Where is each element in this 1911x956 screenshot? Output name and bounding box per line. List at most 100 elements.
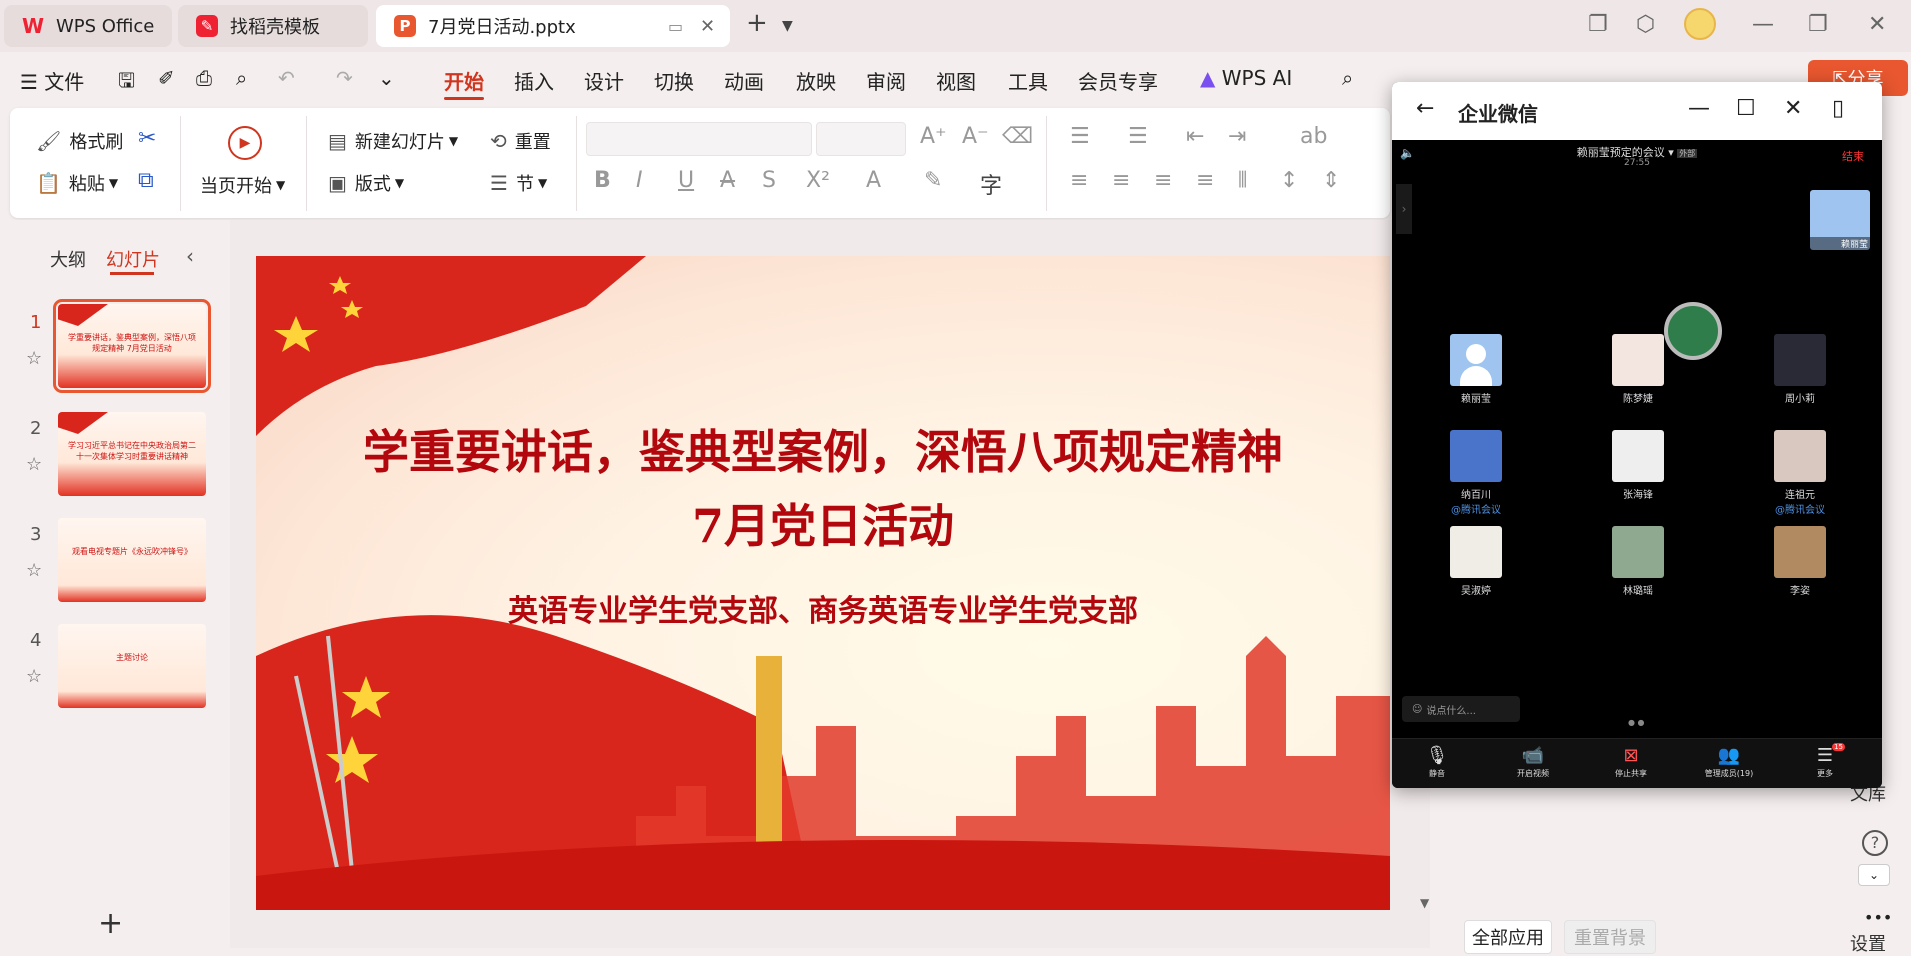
shadow-icon[interactable]: S [762,168,776,193]
cut-icon[interactable]: ✂ [138,126,156,151]
participant-tile[interactable]: 吴淑婷 [1440,526,1512,597]
underline-icon[interactable]: U [678,168,694,193]
tab-docer[interactable]: ✎ 找稻壳模板 [178,5,368,47]
format-painter-button[interactable]: 🖌 格式刷 [36,128,123,154]
host-video-tile[interactable]: 赖丽莹 [1810,190,1870,250]
align-left-icon[interactable]: ≡ [1070,168,1088,193]
decrease-indent-icon[interactable]: ⇤ [1186,124,1204,149]
collapse-panel-icon[interactable]: ‹ [186,244,194,268]
close-window-icon[interactable]: ✕ [1868,12,1886,37]
menu-member[interactable]: 会员专享 [1078,66,1158,95]
close-icon[interactable]: ✕ [1784,96,1802,121]
participant-tile[interactable]: 张海锋 [1602,430,1674,501]
expand-panel-icon[interactable]: › [1396,184,1412,234]
star-icon[interactable]: ☆ [26,348,42,369]
star-icon[interactable]: ☆ [26,454,42,475]
chevron-down-icon[interactable]: ▼ [782,18,793,34]
phonetic-icon[interactable]: 字 [980,168,1002,200]
font-size-select[interactable] [816,122,906,156]
chevron-down-icon[interactable]: ⌄ [1858,864,1890,886]
minimize-icon[interactable]: — [1688,96,1710,121]
paragraph-spacing-icon[interactable]: ⇕ [1322,168,1340,193]
menu-wps-ai[interactable]: ▲ WPS AI [1200,66,1292,90]
more-button[interactable]: ☰ 更多 15 [1790,743,1860,779]
brush-icon[interactable]: ✐ [158,66,175,90]
monitor-icon[interactable]: ▭ [668,17,683,36]
slide-thumbnail-1[interactable]: 学重要讲话，鉴典型案例，深悟八项规定精神 7月党日活动 [53,299,211,393]
distribute-icon[interactable]: ⫴ [1238,168,1247,193]
font-color-icon[interactable]: A [866,168,881,193]
shrink-font-icon[interactable]: A⁻ [962,124,989,149]
layout-button[interactable]: ▣ 版式 ▼ [328,170,404,196]
chat-input[interactable]: ☺ 说点什么... [1402,696,1520,722]
manage-members-button[interactable]: 👥 管理成员(19) [1694,745,1764,779]
participant-tile[interactable]: 连祖元 @腾讯会议 [1764,430,1836,516]
italic-icon[interactable]: I [636,168,643,193]
avatar[interactable] [1684,8,1716,40]
end-meeting-button[interactable]: 结束 [1842,148,1864,164]
undo-icon[interactable]: ↶ [278,66,295,90]
minimize-icon[interactable]: — [1752,12,1774,37]
numbered-list-icon[interactable]: ☰ [1128,124,1148,149]
menu-animation[interactable]: 动画 [724,66,764,95]
bold-icon[interactable]: B [594,168,611,193]
close-tab-icon[interactable]: ✕ [700,16,715,37]
line-spacing-icon[interactable]: ↕ [1280,168,1298,193]
play-icon[interactable]: ▶ [228,126,262,160]
reset-background-button[interactable]: 重置背景 [1564,920,1656,954]
menu-review[interactable]: 审阅 [866,66,906,95]
bullet-list-icon[interactable]: ☰ [1070,124,1090,149]
add-slide-icon[interactable]: + [98,906,123,941]
slide-thumbnail-4[interactable]: 主题讨论 [58,624,206,708]
menu-slideshow[interactable]: 放映 [796,66,836,95]
apply-all-button[interactable]: 全部应用 [1464,920,1552,954]
window-layout-icon[interactable]: ❐ [1588,12,1608,37]
grow-font-icon[interactable]: A⁺ [920,124,947,149]
participant-tile[interactable]: 纳百川 @腾讯会议 [1440,430,1512,516]
clear-format-icon[interactable]: ⌫ [1002,124,1033,149]
tab-wps-office[interactable]: W WPS Office [4,5,172,47]
new-tab-icon[interactable]: + [746,8,768,38]
video-button[interactable]: 📹 开启视频 [1498,745,1568,779]
settings-label[interactable]: 设置 [1850,930,1886,956]
star-icon[interactable]: ☆ [26,560,42,581]
menu-tools[interactable]: 工具 [1008,66,1048,95]
tab-slides[interactable]: 幻灯片 [106,246,160,272]
start-current-button[interactable]: 当页开始 ▼ [200,172,285,198]
text-direction-icon[interactable]: ab [1300,124,1327,149]
copy-icon[interactable]: ⧉ [138,168,154,193]
participant-tile[interactable]: 李姿 [1764,526,1836,597]
print-preview-icon[interactable]: ⌕ [236,66,247,90]
tab-pptx[interactable]: P 7月党日活动.pptx ▭ ✕ [376,5,730,47]
search-icon[interactable]: ⌕ [1342,66,1353,90]
menu-insert[interactable]: 插入 [514,66,554,95]
participant-tile[interactable]: 陈梦婕 [1602,334,1674,405]
stop-share-button[interactable]: ⊠ 停止共享 [1596,745,1666,779]
back-icon[interactable]: ← [1416,96,1434,121]
more-quick-icon[interactable]: ⌄ [378,66,395,90]
sidebar-toggle-icon[interactable]: ▯ [1832,96,1844,121]
scroll-down-icon[interactable]: ▼ [1420,896,1429,910]
menu-design[interactable]: 设计 [584,66,624,95]
slide-thumbnail-3[interactable]: 观看电视专题片《永远吹冲锋号》 [58,518,206,602]
menu-file[interactable]: ☰ 文件 [20,66,84,95]
paste-button[interactable]: 📋 粘贴 ▼ [36,170,118,196]
new-slide-button[interactable]: ▤ 新建幻灯片 ▼ [328,128,458,154]
slide-main[interactable]: 学重要讲话，鉴典型案例，深悟八项规定精神 7月党日活动 英语专业学生党支部、商务… [256,256,1390,910]
help-icon[interactable]: ? [1862,830,1888,856]
star-icon[interactable]: ☆ [26,666,42,687]
strikethrough-icon[interactable]: A [720,168,735,193]
align-center-icon[interactable]: ≡ [1112,168,1130,193]
menu-view[interactable]: 视图 [936,66,976,95]
reset-button[interactable]: ⟲ 重置 [490,128,551,154]
justify-icon[interactable]: ≡ [1196,168,1214,193]
menu-transition[interactable]: 切换 [654,66,694,95]
tab-outline[interactable]: 大纲 [50,246,86,272]
print-icon[interactable]: ⎙ [196,66,212,90]
save-icon[interactable]: 🖫 [118,66,135,100]
align-right-icon[interactable]: ≡ [1154,168,1172,193]
restore-icon[interactable]: ❐ [1808,12,1828,37]
menu-home[interactable]: 开始 [444,66,484,95]
cube-icon[interactable]: ⬡ [1636,12,1655,37]
redo-icon[interactable]: ↷ [336,66,353,90]
